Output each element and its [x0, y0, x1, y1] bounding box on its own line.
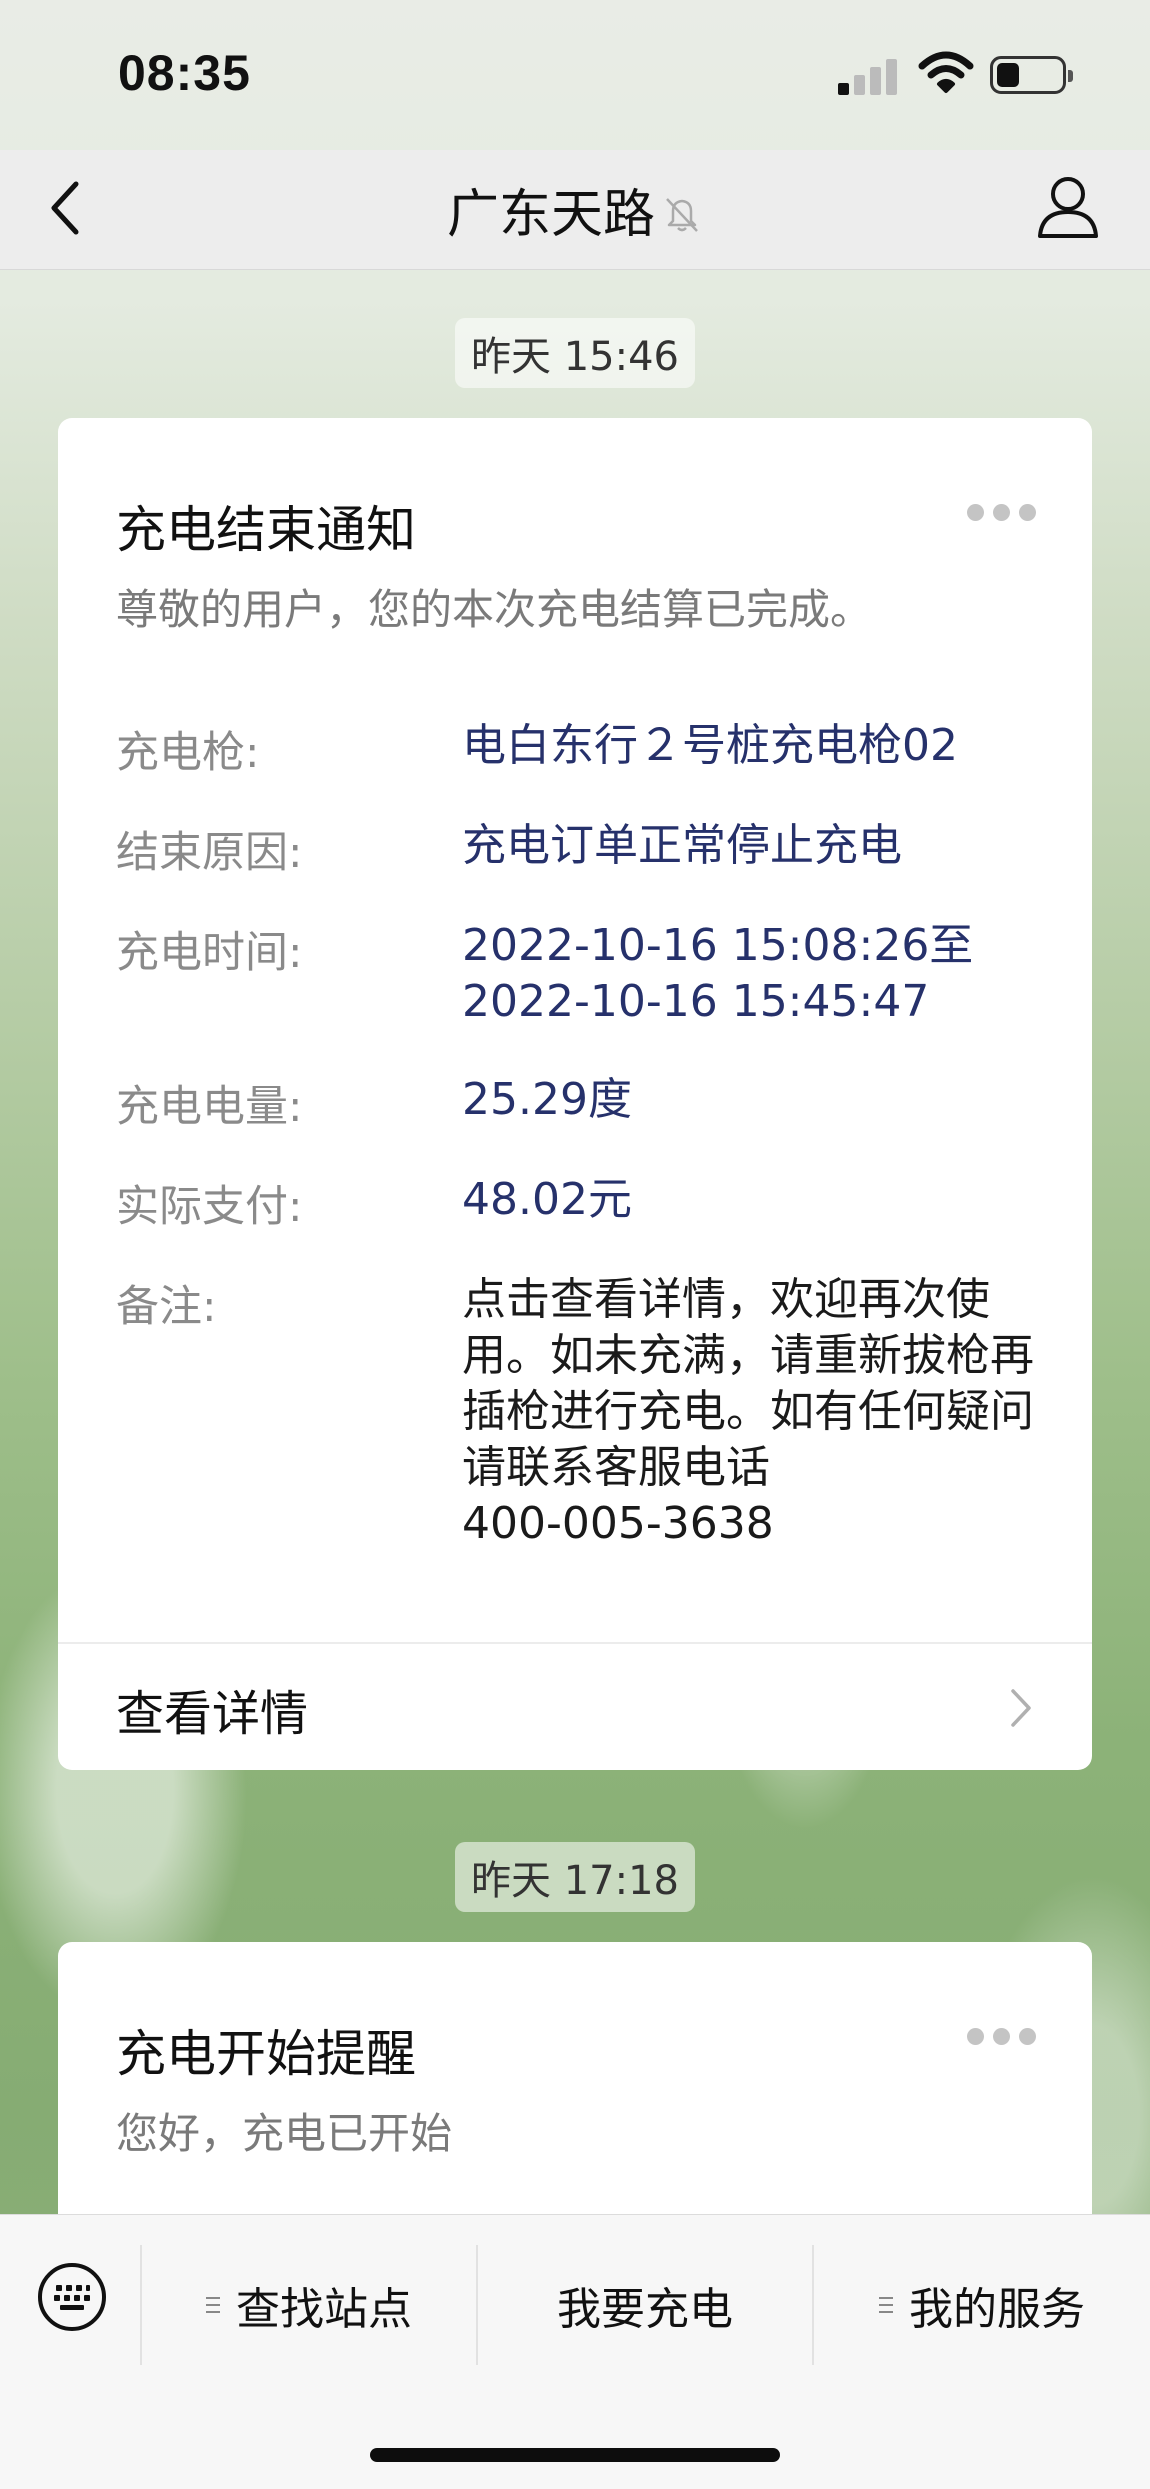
card-title: 充电开始提醒 — [116, 2025, 416, 2083]
more-options-icon[interactable] — [958, 504, 1036, 525]
time-start: 2022-10-16 15:08:26至 — [462, 920, 974, 971]
message-timestamp: 昨天 15:46 — [455, 318, 695, 388]
wifi-icon — [918, 51, 974, 93]
row-label: 充电电量: — [116, 1082, 303, 1132]
menu-item-find-station[interactable]: 查找站点 — [142, 2245, 476, 2365]
row-label: 备注: — [116, 1282, 217, 1332]
menu-item-my-services[interactable]: 我的服务 — [814, 2245, 1150, 2365]
row-value: 点击查看详情，欢迎再次使 用。如未充满，请重新拔枪再 插枪进行充电。如有任何疑问… — [462, 1272, 1062, 1552]
message-timestamp: 昨天 17:18 — [455, 1842, 695, 1912]
row-value: 25.29度 — [462, 1074, 632, 1125]
profile-icon[interactable] — [1036, 172, 1100, 242]
note-line: 请联系客服电话 — [462, 1442, 770, 1493]
page-title: 广东天路 — [446, 185, 655, 245]
battery-icon — [990, 56, 1073, 94]
card-subtitle: 您好，充电已开始 — [116, 2109, 453, 2158]
view-details-label: 查看详情 — [116, 1686, 309, 1742]
mute-bell-icon — [666, 198, 698, 232]
status-time: 08:35 — [118, 45, 251, 101]
menu-label: 我的服务 — [909, 2284, 1085, 2335]
row-label: 充电时间: — [116, 928, 303, 978]
nav-title-wrap: 广东天路 — [0, 172, 1150, 247]
chevron-right-icon — [1011, 1689, 1031, 1727]
submenu-lines-icon — [206, 2295, 220, 2315]
keyboard-icon[interactable] — [36, 2261, 108, 2333]
menu-label: 我要充电 — [557, 2284, 733, 2335]
menu-item-start-charging[interactable]: 我要充电 — [478, 2245, 812, 2365]
status-bar: 08:35 — [0, 0, 1150, 150]
note-line: 插枪进行充电。如有任何疑问 — [462, 1386, 1034, 1437]
charging-start-card[interactable]: 充电开始提醒 您好，充电已开始 — [58, 1942, 1092, 2214]
time-end: 2022-10-16 15:45:47 — [462, 976, 930, 1027]
note-line: 用。如未充满，请重新拔枪再 — [462, 1330, 1034, 1381]
card-subtitle: 尊敬的用户，您的本次充电结算已完成。 — [116, 585, 873, 634]
row-label: 实际支付: — [116, 1182, 303, 1232]
row-label: 结束原因: — [116, 828, 303, 878]
submenu-lines-icon — [879, 2295, 893, 2315]
row-value: 48.02元 — [462, 1174, 632, 1225]
row-value: 2022-10-16 15:08:26至 2022-10-16 15:45:47 — [462, 918, 1062, 1030]
row-label: 充电枪: — [116, 728, 260, 778]
note-line: 点击查看详情，欢迎再次使 — [462, 1274, 990, 1325]
charging-end-card[interactable]: 充电结束通知 尊敬的用户，您的本次充电结算已完成。 充电枪: 电白东行２号桩充电… — [58, 418, 1092, 1770]
card-title: 充电结束通知 — [116, 501, 416, 559]
more-options-icon[interactable] — [958, 2028, 1036, 2049]
row-value: 电白东行２号桩充电枪02 — [462, 720, 958, 771]
menu-label: 查找站点 — [236, 2284, 412, 2335]
note-line: 400-005-3638 — [462, 1498, 774, 1549]
cellular-signal-icon — [838, 55, 898, 95]
row-value: 充电订单正常停止充电 — [462, 820, 902, 871]
nav-bar: 广东天路 — [0, 150, 1150, 270]
home-indicator[interactable] — [370, 2448, 780, 2462]
view-details-link[interactable]: 查看详情 — [58, 1644, 1092, 1770]
